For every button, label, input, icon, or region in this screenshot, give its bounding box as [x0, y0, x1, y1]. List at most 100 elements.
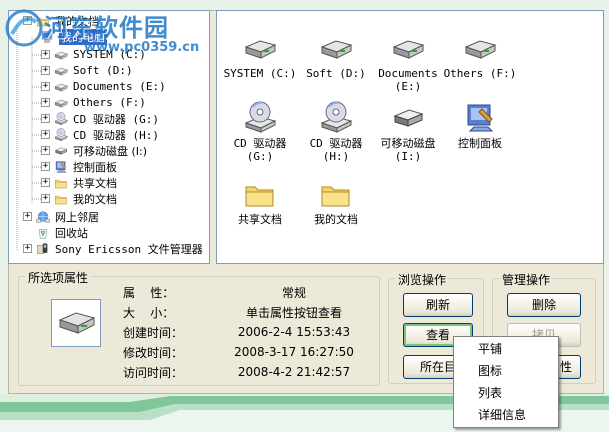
property-key: 属 性： — [123, 285, 175, 300]
file-item-label: 可移动磁盘 — [380, 137, 436, 150]
folder-icon — [35, 14, 51, 27]
tree-item[interactable]: + 网上邻居 — [23, 209, 99, 224]
property-key: 创建时间： — [123, 325, 184, 340]
property-row: 访问时间： 2008-4-2 21:42:57 — [123, 363, 393, 381]
file-list-view[interactable]: SYSTEM (C:) Soft (D:) Documents (E:) Others … — [216, 10, 604, 264]
expand-toggle[interactable]: + — [41, 82, 50, 91]
file-item-label: 我的文档 — [314, 213, 358, 226]
recycle-bin-icon — [35, 226, 51, 239]
file-item-label: CD 驱动器 — [309, 137, 363, 150]
property-key: 修改时间： — [123, 345, 184, 360]
menu-item-details[interactable]: 详细信息 — [478, 405, 526, 425]
tree-item[interactable]: + 控制面板 — [41, 159, 117, 174]
file-item-label: CD 驱动器 — [233, 137, 287, 150]
file-item-label: 控制面板 — [458, 137, 502, 150]
expand-toggle[interactable]: + — [41, 178, 50, 187]
hard-drive-icon — [242, 31, 278, 65]
expand-toggle[interactable]: + — [41, 130, 50, 139]
expand-toggle[interactable]: + — [41, 162, 50, 171]
tree-item-label: Sony Ericsson 文件管理器 — [55, 242, 203, 256]
file-item[interactable]: 控制面板 — [439, 101, 521, 150]
view-context-menu: 平铺 图标 列表 详细信息 — [453, 336, 559, 428]
property-value: 2008-3-17 16:27:50 — [234, 345, 354, 359]
file-item[interactable]: SYSTEM (C:) — [219, 31, 301, 80]
file-item-sublabel: (G:) — [246, 150, 274, 163]
hard-drive-icon — [53, 96, 69, 109]
expand-toggle[interactable]: + — [23, 244, 32, 253]
browse-group-title: 浏览操作 — [395, 271, 450, 288]
removable-disk-icon — [53, 144, 69, 157]
file-item[interactable]: Others (F:) — [439, 31, 521, 80]
property-row: 修改时间： 2008-3-17 16:27:50 — [123, 343, 393, 361]
folder-icon — [53, 176, 69, 189]
delete-button[interactable]: 删除 — [507, 293, 581, 317]
tree-item-label: 共享文档 — [73, 176, 117, 190]
selected-item-properties-group: 所选项属性 属 性： 常规大 小： 单击属性按钮查看 创建时间： 2006-2-4 15… — [18, 269, 380, 386]
tree-item[interactable]: + SYSTEM (C:) — [41, 47, 146, 62]
tree-item[interactable]: 我的电脑 — [39, 28, 107, 45]
expand-toggle[interactable]: + — [41, 98, 50, 107]
property-key: 大 小： — [123, 305, 175, 320]
tree-item-label: SYSTEM (C:) — [73, 48, 146, 61]
tree-item[interactable]: + CD 驱动器 (H:) — [41, 127, 159, 142]
file-item[interactable]: Documents (E:) — [367, 31, 449, 93]
file-item-sublabel: (H:) — [322, 150, 350, 163]
expand-toggle[interactable]: + — [41, 194, 50, 203]
expand-toggle[interactable]: + — [41, 146, 50, 155]
cd-drive-icon — [318, 101, 354, 135]
tree-item[interactable]: + 共享文档 — [41, 175, 117, 190]
tree-item[interactable]: + Others (F:) — [41, 95, 146, 110]
expand-toggle[interactable]: + — [23, 212, 32, 221]
phone-manager-icon — [35, 242, 51, 255]
hard-drive-icon — [318, 31, 354, 65]
tree-item-label: 我的文档 — [55, 14, 99, 28]
tree-item[interactable]: + 我的文档 — [41, 191, 117, 206]
expand-toggle[interactable]: + — [41, 66, 50, 75]
file-item-label: 共享文档 — [238, 213, 282, 226]
property-value: 单击属性按钮查看 — [245, 305, 342, 320]
menu-item-list[interactable]: 列表 — [478, 383, 502, 403]
hard-drive-icon — [53, 80, 69, 93]
property-row: 属 性： 常规 — [123, 283, 393, 301]
file-item[interactable]: CD 驱动器 (G:) — [219, 101, 301, 163]
network-icon — [35, 210, 51, 223]
tree-item[interactable]: + CD 驱动器 (G:) — [41, 111, 159, 126]
folder-tree[interactable]: + 我的文档 我的电脑 + SYSTEM (C:) + Soft (D:) + Document… — [8, 10, 210, 264]
hard-drive-icon — [462, 31, 498, 65]
file-item[interactable]: 共享文档 — [219, 177, 301, 226]
control-panel-icon — [53, 160, 69, 173]
tree-item-label: Documents (E:) — [73, 80, 166, 93]
control-panel-icon — [462, 101, 498, 135]
tree-item-label: 可移动磁盘 (I:) — [73, 144, 148, 158]
expand-toggle[interactable]: + — [41, 114, 50, 123]
my-computer-icon — [39, 30, 55, 43]
hard-drive-icon — [390, 31, 426, 65]
folder-icon — [242, 177, 278, 211]
file-item[interactable]: Soft (D:) — [295, 31, 377, 80]
file-item-sublabel: (E:) — [394, 80, 422, 93]
property-row: 创建时间： 2006-2-4 15:53:43 — [123, 323, 393, 341]
expand-toggle[interactable]: + — [23, 16, 32, 25]
hard-drive-icon — [58, 312, 96, 334]
manage-group-title: 管理操作 — [499, 271, 554, 288]
tree-item[interactable]: + Sony Ericsson 文件管理器 — [23, 241, 203, 256]
property-icon-box — [51, 299, 101, 347]
tree-item-label: 我的文档 — [73, 192, 117, 206]
menu-item-icons[interactable]: 图标 — [478, 361, 502, 381]
tree-item[interactable]: + 可移动磁盘 (I:) — [41, 143, 147, 158]
tree-item[interactable]: + Documents (E:) — [41, 79, 166, 94]
hard-drive-icon — [53, 64, 69, 77]
tree-item-label: 网上邻居 — [55, 210, 99, 224]
tree-item[interactable]: 回收站 — [35, 225, 88, 240]
file-item[interactable]: 可移动磁盘 (I:) — [367, 101, 449, 163]
tree-item[interactable]: + 我的文档 — [23, 13, 99, 28]
file-item[interactable]: 我的文档 — [295, 177, 377, 226]
expand-toggle[interactable]: + — [41, 50, 50, 59]
tree-item[interactable]: + Soft (D:) — [41, 63, 133, 78]
file-item[interactable]: CD 驱动器 (H:) — [295, 101, 377, 163]
refresh-button[interactable]: 刷新 — [403, 293, 473, 317]
menu-item-tiles[interactable]: 平铺 — [478, 339, 502, 359]
property-value: 2008-4-2 21:42:57 — [237, 365, 351, 379]
hard-drive-icon — [53, 48, 69, 61]
property-value: 2006-2-4 15:53:43 — [237, 325, 351, 339]
